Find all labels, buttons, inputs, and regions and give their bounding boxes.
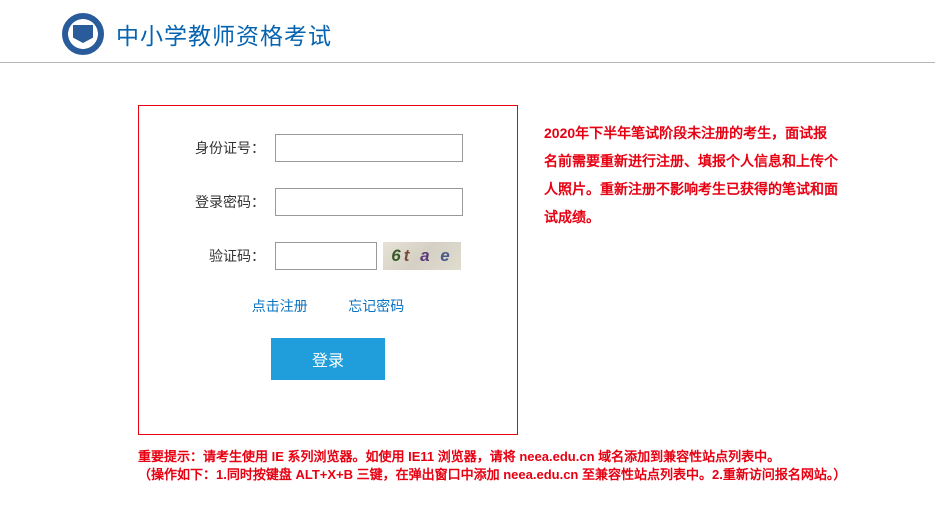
footer-tip: 重要提示：请考生使用 IE 系列浏览器。如使用 IE11 浏览器，请将 neea… [138,448,905,484]
register-link[interactable]: 点击注册 [252,298,308,314]
logo-icon [62,13,104,55]
password-row: 登录密码： [139,188,517,216]
captcha-row: 验证码： 6t a e [139,242,517,270]
id-row: 身份证号： [139,134,517,162]
forgot-password-link[interactable]: 忘记密码 [348,298,404,314]
site-title: 中小学教师资格考试 [116,17,332,51]
login-button[interactable]: 登录 [271,338,385,380]
site-header: 中小学教师资格考试 [0,0,935,58]
captcha-label: 验证码： [179,246,265,266]
captcha-input[interactable] [275,242,377,270]
main-content: 身份证号： 登录密码： 验证码： 6t a e 点击注册 忘记密码 登录 202… [0,63,935,435]
login-panel: 身份证号： 登录密码： 验证码： 6t a e 点击注册 忘记密码 登录 [138,105,518,435]
footer-line-1: 重要提示：请考生使用 IE 系列浏览器。如使用 IE11 浏览器，请将 neea… [138,448,905,466]
id-label: 身份证号： [179,138,265,158]
password-input[interactable] [275,188,463,216]
id-input[interactable] [275,134,463,162]
captcha-image[interactable]: 6t a e [383,242,461,270]
password-label: 登录密码： [179,192,265,212]
side-notice: 2020年下半年笔试阶段未注册的考生，面试报名前需要重新进行注册、填报个人信息和… [518,105,838,435]
footer-line-2: （操作如下：1.同时按键盘 ALT+X+B 三键，在弹出窗口中添加 neea.e… [138,466,905,484]
links-row: 点击注册 忘记密码 [139,296,517,316]
